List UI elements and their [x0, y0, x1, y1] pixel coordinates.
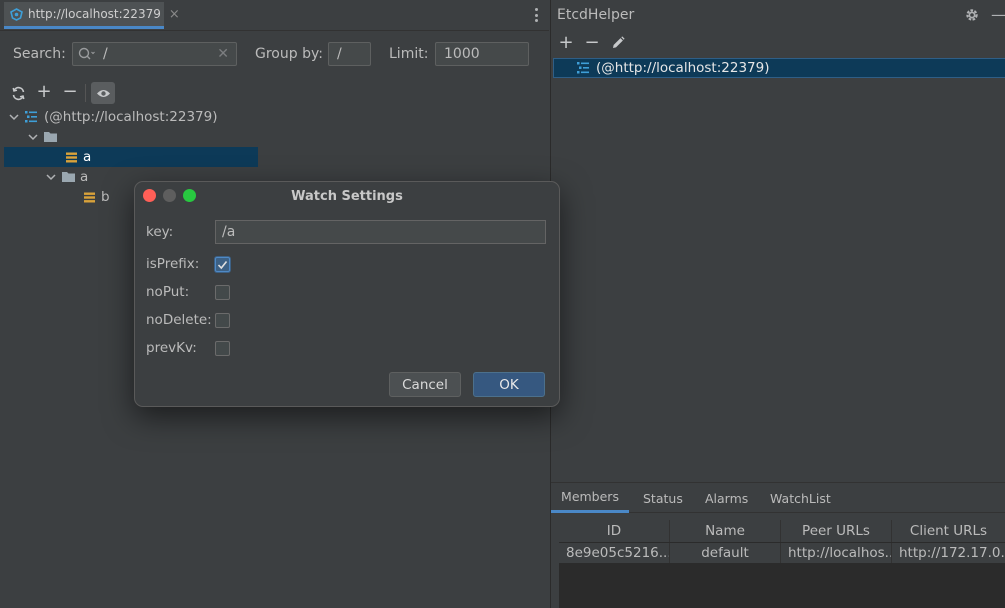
toolbar-separator	[85, 84, 86, 102]
refresh-icon[interactable]	[9, 84, 27, 102]
zoom-window-button[interactable]	[183, 189, 196, 202]
group-by-value: /	[337, 46, 342, 62]
ok-button[interactable]: OK	[473, 372, 545, 397]
more-options-icon[interactable]	[532, 6, 540, 24]
eye-icon	[96, 89, 110, 97]
key-value: /a	[222, 224, 236, 240]
add-connection-button[interactable]: +	[557, 34, 575, 52]
limit-label: Limit:	[389, 46, 429, 62]
no-put-label: noPut:	[146, 284, 190, 300]
close-icon[interactable]: ×	[169, 7, 180, 22]
detail-tab-bar: Members Status Alarms WatchList	[551, 482, 1005, 513]
table-cell-id[interactable]: 8e9e05c5216...	[559, 543, 670, 563]
folder-icon	[44, 132, 57, 142]
tab-alarms[interactable]: Alarms	[705, 483, 748, 513]
group-by-label: Group by:	[255, 46, 323, 62]
chevron-down-icon[interactable]	[8, 111, 20, 123]
clear-icon[interactable]: ✕	[217, 46, 229, 62]
tool-window-title: EtcdHelper	[557, 7, 635, 23]
watch-settings-dialog: Watch Settings key: /a isPrefix: noPut: …	[134, 181, 560, 407]
tree-key-a-label: a	[83, 149, 92, 165]
table-cell-client-urls[interactable]: http://172.17.0...	[892, 543, 1005, 563]
tree-folder-root[interactable]	[27, 127, 62, 147]
tree-key-a[interactable]: a	[66, 147, 91, 167]
column-header-peer-urls[interactable]: Peer URLs	[781, 520, 892, 542]
chevron-down-icon[interactable]	[45, 171, 57, 183]
add-key-button[interactable]: +	[35, 83, 53, 101]
tab-watchlist[interactable]: WatchList	[770, 483, 831, 513]
search-label: Search:	[13, 46, 66, 62]
no-put-checkbox[interactable]	[215, 285, 230, 300]
remove-connection-button[interactable]: −	[583, 34, 601, 52]
is-prefix-checkbox[interactable]	[215, 257, 230, 272]
tree-selection-highlight	[4, 147, 258, 167]
key-value-icon	[66, 152, 77, 162]
connection-label: (@http://localhost:22379)	[596, 60, 770, 76]
column-header-client-urls[interactable]: Client URLs	[892, 520, 1005, 542]
group-by-input[interactable]: /	[328, 42, 371, 66]
column-header-name[interactable]: Name	[670, 520, 781, 542]
search-value: /	[103, 46, 108, 62]
watch-toggle-button[interactable]	[91, 82, 115, 104]
limit-value: 1000	[444, 46, 480, 62]
dialog-titlebar[interactable]: Watch Settings	[135, 182, 559, 210]
folder-icon	[62, 172, 75, 182]
key-input[interactable]: /a	[215, 220, 546, 244]
etcd-connection-icon	[10, 7, 23, 21]
checkmark-icon	[217, 260, 228, 269]
tree-root[interactable]: (@http://localhost:22379)	[8, 107, 217, 127]
search-icon	[78, 47, 95, 60]
connection-row[interactable]: (@http://localhost:22379)	[553, 58, 1005, 78]
no-delete-label: noDelete:	[146, 312, 212, 328]
prev-kv-checkbox[interactable]	[215, 341, 230, 356]
tree-key-b[interactable]: b	[84, 187, 110, 207]
prev-kv-label: prevKv:	[146, 340, 197, 356]
database-icon	[25, 111, 37, 123]
tree-key-b-label: b	[101, 189, 110, 205]
database-icon	[577, 62, 589, 74]
tree-root-label: (@http://localhost:22379)	[44, 109, 218, 125]
tab-label: http://localhost:22379	[28, 7, 161, 21]
minimize-icon[interactable]: —	[991, 5, 1005, 24]
gear-icon[interactable]	[964, 7, 980, 23]
dialog-title: Watch Settings	[291, 188, 403, 204]
tab-localhost-22379[interactable]: http://localhost:22379 ×	[4, 2, 180, 29]
tab-status[interactable]: Status	[643, 483, 683, 513]
tree-folder-a[interactable]: a	[45, 167, 88, 187]
editor-tab-bar: http://localhost:22379 ×	[0, 0, 549, 31]
remove-key-button[interactable]: −	[61, 83, 79, 101]
cancel-button[interactable]: Cancel	[389, 372, 461, 397]
edit-connection-icon[interactable]	[609, 34, 627, 52]
key-label: key:	[146, 224, 174, 240]
key-value-icon	[84, 192, 95, 202]
tab-members[interactable]: Members	[551, 483, 629, 513]
etcdhelper-tool-window: EtcdHelper — + − (@http://localhost:2237…	[550, 0, 1005, 608]
minimize-window-button[interactable]	[163, 189, 176, 202]
chevron-down-icon[interactable]	[27, 131, 39, 143]
close-window-button[interactable]	[143, 189, 156, 202]
column-header-id[interactable]: ID	[559, 520, 670, 542]
limit-input[interactable]: 1000	[435, 42, 529, 66]
tree-folder-a-label: a	[80, 169, 89, 185]
table-cell-peer-urls[interactable]: http://localhos...	[781, 543, 892, 563]
search-input[interactable]: / ✕	[72, 42, 237, 66]
members-table: ID Name Peer URLs Client URLs 8e9e05c521…	[559, 520, 1005, 608]
no-delete-checkbox[interactable]	[215, 313, 230, 328]
connection-item[interactable]: (@http://localhost:22379)	[576, 59, 769, 77]
table-cell-name[interactable]: default	[670, 543, 781, 563]
is-prefix-label: isPrefix:	[146, 256, 200, 272]
